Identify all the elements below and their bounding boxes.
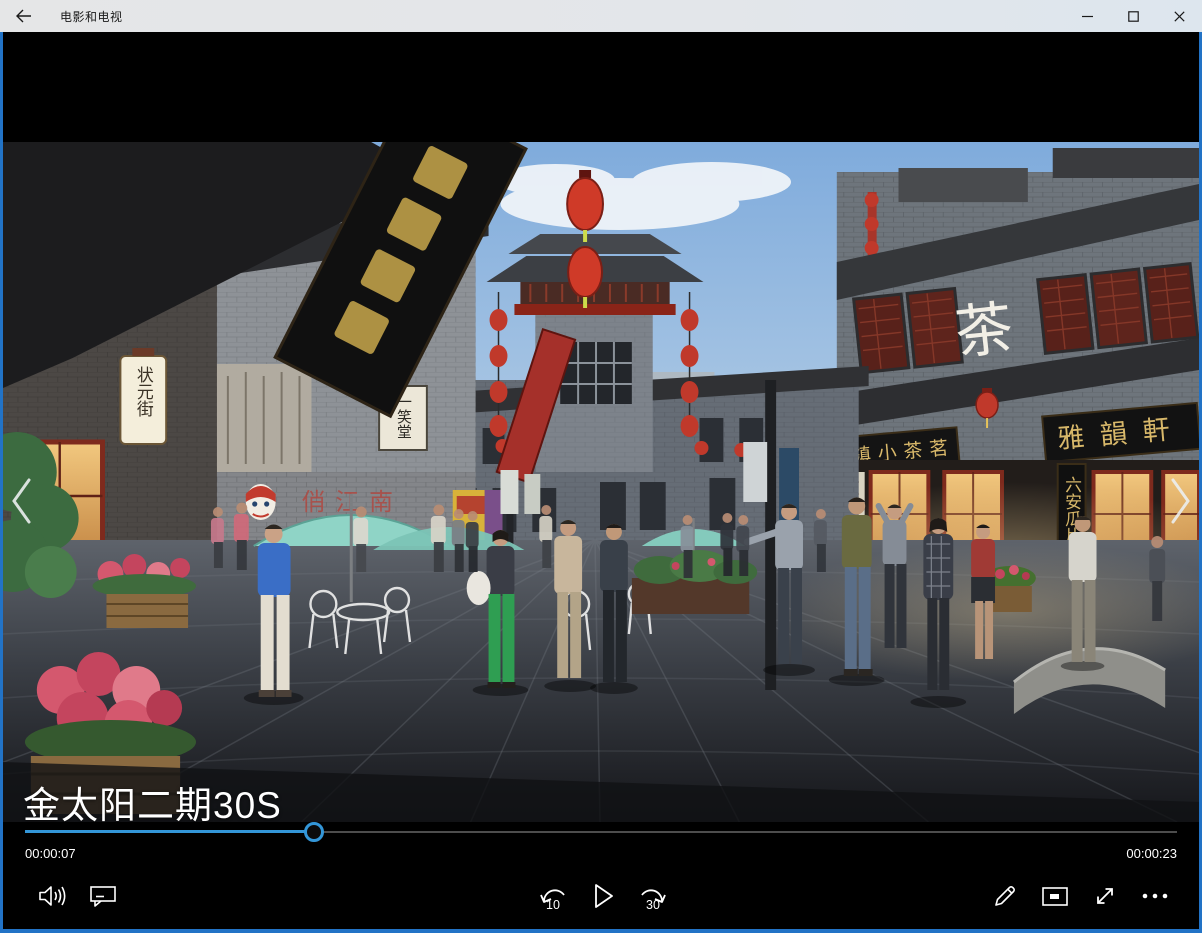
chevron-right-icon <box>1163 472 1197 530</box>
edit-button[interactable] <box>983 874 1027 918</box>
volume-button[interactable] <box>30 874 74 918</box>
back-arrow-icon <box>15 9 32 23</box>
play-icon <box>593 883 615 909</box>
close-icon <box>1174 11 1185 22</box>
skip-back-button[interactable]: 10 <box>531 874 575 918</box>
total-time: 00:00:23 <box>1126 846 1177 861</box>
app-window: 电影和电视 <box>0 0 1202 933</box>
time-labels: 00:00:07 00:00:23 <box>25 846 1177 861</box>
video-surface[interactable]: 茶 雅韻軒 鎮小茶茗 <box>3 142 1199 822</box>
mini-player-icon <box>1042 887 1068 906</box>
control-buttons: 10 30 <box>3 874 1199 920</box>
skip-forward-button[interactable]: 30 <box>631 874 675 918</box>
subtitles-button[interactable] <box>81 874 125 918</box>
more-options-icon <box>1142 893 1168 899</box>
skip-back-label: 10 <box>531 898 575 912</box>
pencil-icon <box>993 884 1017 908</box>
back-button[interactable] <box>0 0 46 32</box>
closed-captions-icon <box>90 885 116 907</box>
player-area: 茶 雅韻軒 鎮小茶茗 <box>3 32 1199 929</box>
volume-icon <box>39 885 66 907</box>
sign-zhuang-yuan-jie: 状元街 <box>134 366 153 417</box>
app-title: 电影和电视 <box>60 8 123 25</box>
titlebar: 电影和电视 <box>0 0 1202 32</box>
video-scene: 茶 雅韻軒 鎮小茶茗 <box>3 142 1199 822</box>
next-button[interactable] <box>1163 472 1197 530</box>
close-button[interactable] <box>1156 0 1202 32</box>
fullscreen-button[interactable] <box>1083 874 1127 918</box>
more-options-button[interactable] <box>1133 874 1177 918</box>
play-button[interactable] <box>582 874 626 918</box>
sign-tea: 茶 <box>952 297 1016 367</box>
transport-controls: 00:00:07 00:00:23 <box>3 806 1199 929</box>
skip-forward-label: 30 <box>631 898 675 912</box>
seek-fill <box>25 830 314 833</box>
fullscreen-icon <box>1093 884 1117 908</box>
previous-button[interactable] <box>5 472 39 530</box>
maximize-icon <box>1128 11 1139 22</box>
chevron-left-icon <box>5 472 39 530</box>
seek-handle[interactable] <box>304 822 324 842</box>
minimize-icon <box>1082 11 1093 22</box>
minimize-button[interactable] <box>1064 0 1110 32</box>
elapsed-time: 00:00:07 <box>25 846 76 861</box>
mini-view-button[interactable] <box>1033 874 1077 918</box>
seek-bar[interactable] <box>25 822 1177 842</box>
maximize-button[interactable] <box>1110 0 1156 32</box>
